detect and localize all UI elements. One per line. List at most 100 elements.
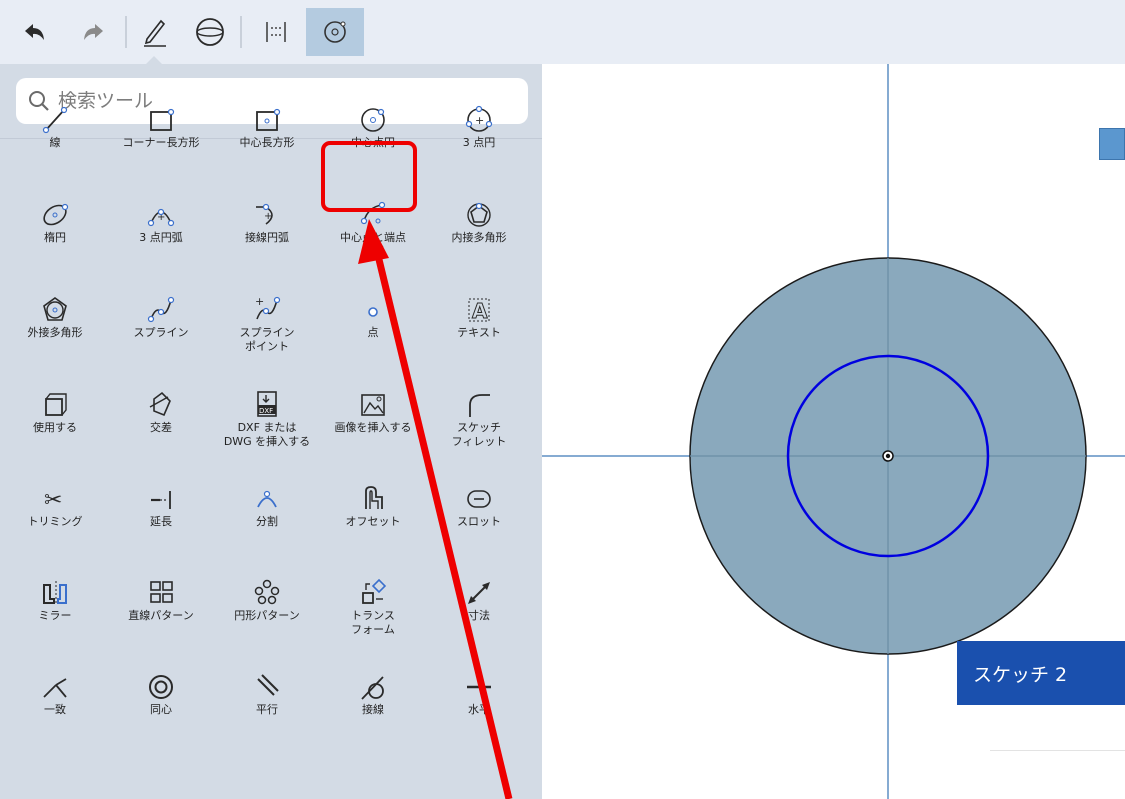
tool-inscribed-polygon[interactable]: 内接多角形 xyxy=(426,191,532,245)
point-icon xyxy=(320,286,426,324)
undo-icon xyxy=(25,24,44,40)
spline-point-icon: + xyxy=(214,286,320,324)
tool-label: スプライン xyxy=(133,326,189,339)
tool-label: 交差 xyxy=(150,421,172,434)
tool-parallel[interactable]: 平行 xyxy=(214,663,320,717)
tool-label: 内接多角形 xyxy=(451,231,507,244)
dimension-icon xyxy=(426,569,532,607)
tool-center-rectangle[interactable]: 中心長方形 xyxy=(214,96,320,150)
insert-image-icon xyxy=(320,381,426,419)
align-button[interactable] xyxy=(258,8,294,56)
tool-insert-image[interactable]: 画像を挿入する xyxy=(320,381,426,435)
tool-corner-rectangle[interactable]: コーナー長方形 xyxy=(108,96,214,150)
tool-tangent[interactable]: 接線 xyxy=(320,663,426,717)
undo-button[interactable] xyxy=(16,8,52,56)
horizontal-icon xyxy=(426,663,532,701)
tool-spline-point[interactable]: + スプライン ポイント xyxy=(214,286,320,354)
tool-three-point-arc[interactable]: +3 点円弧 xyxy=(108,191,214,245)
tool-label: 水平 xyxy=(468,703,490,716)
tool-circumscribed-polygon[interactable]: 外接多角形 xyxy=(2,286,108,340)
tool-label: スケッチ フィレット xyxy=(451,421,507,448)
tool-ellipse[interactable]: 楕円 xyxy=(2,191,108,245)
tool-tangent-arc[interactable]: + 接線円弧 xyxy=(214,191,320,245)
use-icon xyxy=(2,381,108,419)
sketch-panel-body xyxy=(957,705,1125,799)
circle-settings-icon xyxy=(324,21,346,43)
tool-spline[interactable]: スプライン xyxy=(108,286,214,340)
intersect-icon xyxy=(108,381,214,419)
tool-use[interactable]: 使用する xyxy=(2,381,108,435)
tool-transform[interactable]: トランス フォーム xyxy=(320,569,426,637)
split-icon xyxy=(214,475,320,513)
tool-label: DXF または DWG を挿入する xyxy=(223,421,311,448)
tool-horizontal[interactable]: 水平 xyxy=(426,663,532,717)
sphere-icon xyxy=(196,18,224,46)
three-point-arc-icon: + xyxy=(108,191,214,229)
corner-rectangle-icon xyxy=(108,96,214,134)
tool-slot[interactable]: スロット xyxy=(426,475,532,529)
view-cube-chip[interactable] xyxy=(1099,128,1125,160)
svg-text:A: A xyxy=(472,299,488,323)
redo-button[interactable] xyxy=(76,8,112,56)
tool-text[interactable]: A テキスト xyxy=(426,286,532,340)
center-rectangle-icon xyxy=(214,96,320,134)
slot-icon xyxy=(426,475,532,513)
tool-offset[interactable]: オフセット xyxy=(320,475,426,529)
svg-text:DXF: DXF xyxy=(259,407,273,415)
tool-label: 楕円 xyxy=(44,231,66,244)
tool-trim[interactable]: ✂ トリミング xyxy=(2,475,108,529)
tool-coincident[interactable]: 一致 xyxy=(2,663,108,717)
tool-dimension[interactable]: 寸法 xyxy=(426,569,532,623)
text-icon: A xyxy=(426,286,532,324)
sketch-pen-icon xyxy=(144,19,166,47)
tool-label: 寸法 xyxy=(468,609,490,622)
tool-label: 中心長方形 xyxy=(239,136,295,149)
tool-label: トランス フォーム xyxy=(351,609,395,636)
tool-circular-pattern[interactable]: 円形パターン xyxy=(214,569,320,623)
sketch-pen-button[interactable] xyxy=(136,8,174,56)
tool-label: オフセット xyxy=(345,515,401,528)
tool-label: 円形パターン xyxy=(234,609,300,622)
inscribed-polygon-icon xyxy=(426,191,532,229)
sketch-panel-title[interactable]: スケッチ 2 xyxy=(957,641,1125,705)
linear-pattern-icon xyxy=(108,569,214,607)
tool-label: 中心点と端点 円弧 xyxy=(340,231,406,258)
tool-split[interactable]: 分割 xyxy=(214,475,320,529)
highlight-box xyxy=(321,141,417,212)
svg-text:+: + xyxy=(264,211,272,222)
tool-label: 一致 xyxy=(44,703,66,716)
tool-label: 同心 xyxy=(150,703,172,716)
tool-linear-pattern[interactable]: 直線パターン xyxy=(108,569,214,623)
tool-intersect[interactable]: 交差 xyxy=(108,381,214,435)
sphere-button[interactable] xyxy=(190,8,230,56)
three-point-circle-icon: + xyxy=(426,96,532,134)
tool-three-point-circle[interactable]: +3 点円 xyxy=(426,96,532,150)
tool-dxf[interactable]: DXF DXF または DWG を挿入する xyxy=(214,381,320,449)
align-icon xyxy=(266,22,286,42)
svg-text:+: + xyxy=(255,295,264,308)
tool-label: スプライン ポイント xyxy=(239,326,295,353)
tool-sketch-fillet[interactable]: スケッチ フィレット xyxy=(426,381,532,449)
offset-icon xyxy=(320,475,426,513)
tool-point[interactable]: 点 xyxy=(320,286,426,340)
tangent-arc-icon: + xyxy=(214,191,320,229)
tool-line[interactable]: 線 xyxy=(2,96,108,150)
redo-icon xyxy=(84,24,103,40)
concentric-icon xyxy=(108,663,214,701)
mirror-icon xyxy=(2,569,108,607)
tool-label: 点 xyxy=(367,326,379,339)
tool-label: 外接多角形 xyxy=(27,326,83,339)
svg-text:✂: ✂ xyxy=(44,488,62,513)
tool-label: 3 点円 xyxy=(462,136,496,149)
tool-label: 線 xyxy=(49,136,61,149)
tool-extend[interactable]: 延長 xyxy=(108,475,214,529)
tool-label: 画像を挿入する xyxy=(334,421,412,434)
tool-label: ミラー xyxy=(38,609,72,622)
dxf-icon: DXF xyxy=(214,381,320,419)
circle-settings-button[interactable] xyxy=(306,8,364,56)
transform-icon xyxy=(320,569,426,607)
sketch-title-text: スケッチ 2 xyxy=(973,663,1068,686)
ellipse-icon xyxy=(2,191,108,229)
tool-mirror[interactable]: ミラー xyxy=(2,569,108,623)
tool-concentric[interactable]: 同心 xyxy=(108,663,214,717)
